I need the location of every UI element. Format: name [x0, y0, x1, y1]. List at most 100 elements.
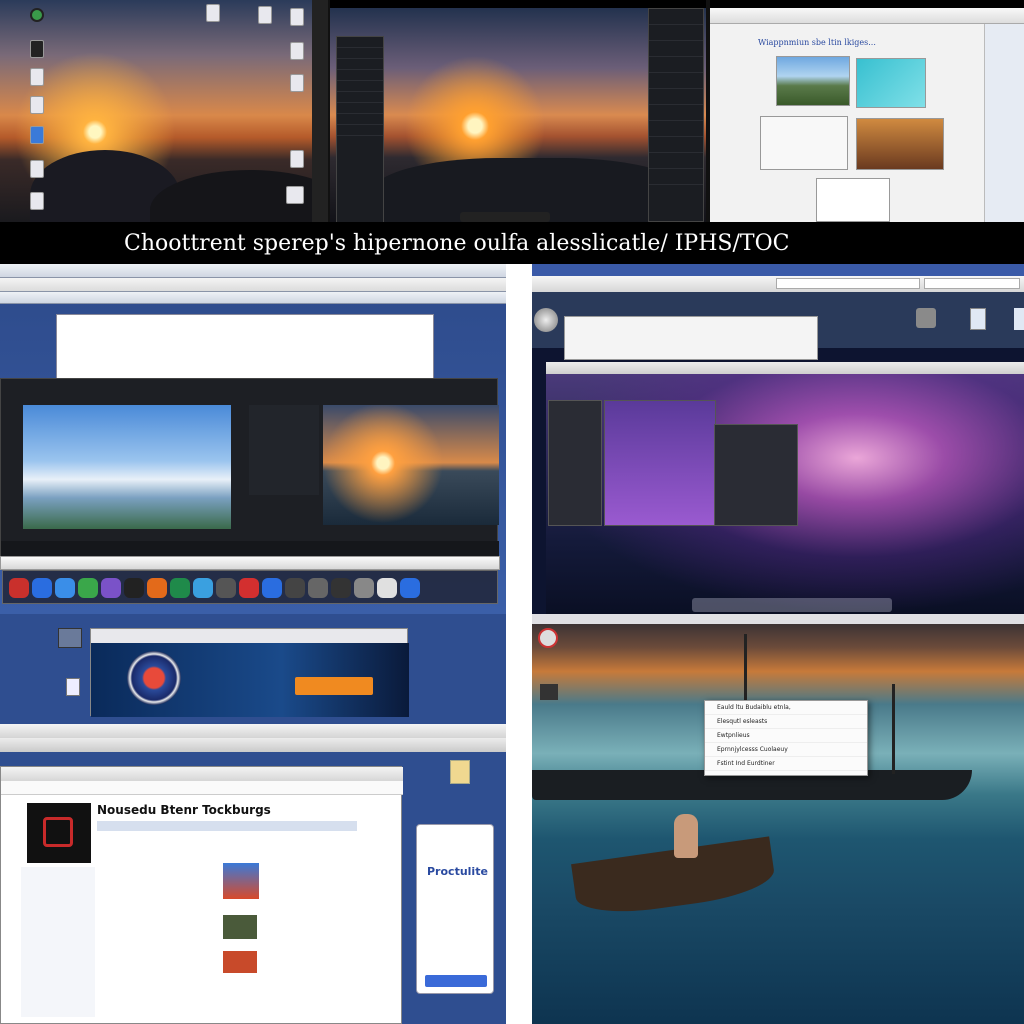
dock-app-icon[interactable] — [170, 578, 190, 598]
photo-list[interactable] — [249, 405, 319, 495]
camera-icon[interactable] — [916, 308, 936, 328]
explorer-window[interactable] — [56, 314, 434, 384]
menu-item[interactable] — [649, 153, 703, 169]
dock-app-icon[interactable] — [216, 578, 236, 598]
folder-icon[interactable] — [30, 40, 44, 58]
menu-item[interactable] — [649, 121, 703, 137]
sidebar-window[interactable] — [548, 400, 602, 526]
menu-strip — [0, 556, 500, 570]
sidebar-nav[interactable] — [21, 867, 95, 1017]
media-window[interactable] — [0, 378, 499, 557]
search-field[interactable] — [924, 278, 1020, 289]
file-icon[interactable] — [1014, 308, 1024, 330]
globe-icon[interactable] — [534, 308, 558, 332]
file-icon[interactable] — [290, 8, 304, 26]
playback-controls[interactable] — [1, 541, 499, 557]
menu-item[interactable] — [337, 48, 383, 59]
dock-app-icon[interactable] — [239, 578, 259, 598]
dock-app-icon[interactable] — [147, 578, 167, 598]
file-icon[interactable] — [450, 760, 470, 784]
file-icon[interactable] — [290, 74, 304, 92]
menu-item[interactable] — [649, 57, 703, 73]
file-icon[interactable] — [970, 308, 986, 330]
menu-item[interactable] — [337, 114, 383, 125]
menu-item[interactable] — [337, 81, 383, 92]
menu-item[interactable] — [337, 37, 383, 48]
nav-tabs[interactable] — [97, 821, 357, 831]
menu-item[interactable] — [337, 103, 383, 114]
promo-window[interactable] — [90, 628, 409, 717]
document-thumbnail[interactable] — [816, 178, 890, 222]
dock-app-icon[interactable] — [32, 578, 52, 598]
dock-app-icon[interactable] — [285, 578, 305, 598]
mountain-photo — [23, 405, 231, 529]
mountain-thumbnail[interactable] — [776, 56, 850, 106]
dock-app-icon[interactable] — [9, 578, 29, 598]
right-menu[interactable] — [648, 8, 704, 222]
address-field[interactable] — [776, 278, 920, 289]
context-menu-item[interactable]: Ewtpnlieus — [705, 729, 867, 743]
app-icon[interactable] — [538, 628, 558, 648]
menu-item[interactable] — [337, 70, 383, 81]
browser-window[interactable] — [564, 316, 818, 360]
phone-icon[interactable] — [258, 6, 272, 24]
aurora-window[interactable] — [604, 400, 716, 526]
folder-icon[interactable] — [286, 186, 304, 204]
file-icon[interactable] — [66, 678, 80, 696]
context-menu-item[interactable]: Elesqutl esleasts — [705, 715, 867, 729]
promo-button[interactable] — [295, 677, 373, 695]
file-icon[interactable] — [30, 192, 44, 210]
context-menu[interactable]: Eauld ltu Budaiblu etnla, Elesqutl eslea… — [704, 700, 868, 776]
menu-item[interactable] — [337, 92, 383, 103]
menu-item[interactable] — [649, 25, 703, 41]
menu-item[interactable] — [649, 73, 703, 89]
dock-app-icon[interactable] — [331, 578, 351, 598]
context-menu-item[interactable]: Fstint Ind Eurdtiner — [705, 757, 867, 771]
menu-item[interactable] — [337, 59, 383, 70]
dock-app-icon[interactable] — [78, 578, 98, 598]
menu-item[interactable] — [649, 169, 703, 185]
panel-divider — [506, 264, 532, 1024]
dock-app-icon[interactable] — [55, 578, 75, 598]
play-icon[interactable] — [540, 684, 558, 700]
desktop-sunset-panel — [0, 0, 328, 222]
app-icon[interactable] — [30, 8, 44, 22]
context-menu-item[interactable]: Eauld ltu Budaiblu etnla, — [705, 701, 867, 715]
file-icon[interactable] — [30, 68, 44, 86]
file-icon[interactable] — [30, 96, 44, 114]
file-list-window[interactable] — [714, 424, 798, 526]
file-icon[interactable] — [290, 42, 304, 60]
dock-app-icon[interactable] — [262, 578, 282, 598]
file-icon[interactable] — [206, 4, 220, 22]
dock-app-icon[interactable] — [101, 578, 121, 598]
dock-app-icon[interactable] — [308, 578, 328, 598]
context-menu-item[interactable]: Eprnnjylcesss Cuolaeuy — [705, 743, 867, 757]
menu-item[interactable] — [649, 41, 703, 57]
file-icon[interactable] — [30, 160, 44, 178]
article-image — [223, 863, 259, 899]
side-dock — [312, 0, 328, 222]
card-button[interactable] — [425, 975, 487, 987]
menu-item[interactable] — [337, 125, 383, 136]
file-icon[interactable] — [290, 150, 304, 168]
sunset-thumbnail[interactable] — [856, 118, 944, 170]
sidebar-card[interactable]: Proctulite — [416, 824, 494, 994]
ocean-thumbnail[interactable] — [856, 58, 926, 108]
dock-app-icon[interactable] — [124, 578, 144, 598]
document-thumbnail[interactable] — [760, 116, 848, 170]
menu-item[interactable] — [649, 89, 703, 105]
article-image — [223, 951, 257, 973]
computer-icon[interactable] — [58, 628, 82, 648]
dock-app-icon[interactable] — [193, 578, 213, 598]
menu-bar — [0, 264, 506, 278]
dock-app-icon[interactable] — [377, 578, 397, 598]
dock-app-icon[interactable] — [400, 578, 420, 598]
menu-item[interactable] — [649, 105, 703, 121]
web-page[interactable]: Nousedu Btenr Tockburgs — [0, 766, 403, 1024]
dock-app-icon[interactable] — [354, 578, 374, 598]
window-icon[interactable] — [30, 126, 44, 144]
start-menu[interactable] — [336, 36, 384, 222]
sunset-photo — [323, 405, 499, 525]
menu-item[interactable] — [649, 9, 703, 25]
menu-item[interactable] — [649, 137, 703, 153]
